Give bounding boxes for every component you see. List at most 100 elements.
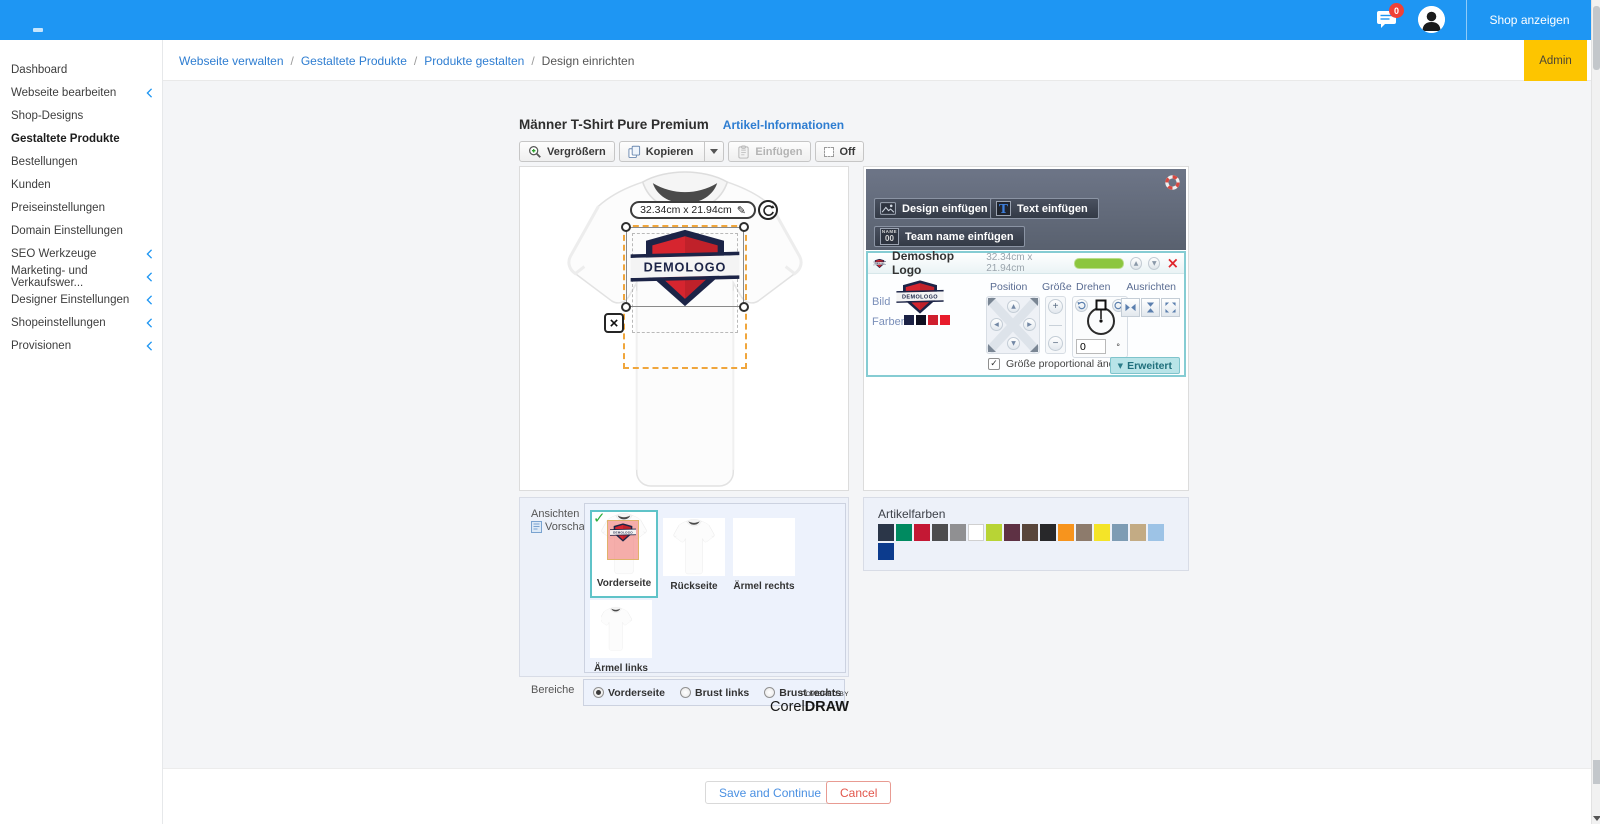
copy-button[interactable]: Kopieren (619, 141, 725, 162)
layer-move-down-button[interactable]: ▼ (1148, 257, 1160, 270)
demologo-design[interactable] (628, 229, 742, 307)
color-swatch[interactable] (914, 524, 930, 541)
sidebar-item-domain-einstellungen[interactable]: Domain Einstellungen (0, 219, 162, 242)
design-toolbar: Vergrößern Kopieren Einfügen (519, 141, 864, 162)
align-center-both-button[interactable] (1161, 298, 1180, 317)
view-aermel-rechts[interactable]: Ärmel rechts (733, 518, 795, 592)
nudge-up-button[interactable]: ▲ (1007, 300, 1020, 313)
view-vorderseite[interactable]: Vorderseite ✓ (590, 510, 658, 598)
align-center-horizontal-button[interactable] (1121, 298, 1140, 317)
save-and-continue-button[interactable]: Save and Continue (705, 781, 835, 804)
sidebar-item-designer-einstellungen[interactable]: Designer Einstellungen (0, 288, 162, 311)
color-swatch[interactable] (1130, 524, 1146, 541)
scrollbar-down-arrow[interactable] (1593, 816, 1600, 821)
rotate-design-button[interactable] (758, 200, 778, 220)
drehen-label: Drehen (1076, 281, 1110, 293)
proportional-checkbox[interactable]: ✓ (988, 358, 1000, 370)
color-swatch[interactable] (968, 524, 984, 541)
sidebar-item-dashboard[interactable]: Dashboard (0, 58, 162, 81)
breadcrumb-link[interactable]: Gestaltete Produkte (301, 54, 407, 68)
shop-anzeigen-link[interactable]: Shop anzeigen (1467, 0, 1592, 40)
view-rueckseite[interactable]: Rückseite (663, 518, 725, 592)
align-center-vertical-button[interactable] (1141, 298, 1160, 317)
bereich-vorderseite[interactable]: Vorderseite (593, 687, 665, 699)
nudge-left-button[interactable]: ▲ (990, 318, 1003, 331)
radio-label: Vorderseite (608, 687, 665, 699)
color-swatch[interactable] (932, 524, 948, 541)
sidebar-item-shop-designs[interactable]: Shop-Designs (0, 104, 162, 127)
user-avatar[interactable] (1418, 6, 1445, 33)
sidebar-item-kunden[interactable]: Kunden (0, 173, 162, 196)
bereiche-label: Bereiche (531, 684, 574, 696)
sidebar-item-shopeinstellungen[interactable]: Shopeinstellungen (0, 311, 162, 334)
rotation-dial[interactable] (1081, 299, 1121, 339)
off-button[interactable]: Off (815, 141, 864, 162)
design-tools-panel: Design einfügen T Text einfügen NAME00 T… (863, 166, 1189, 491)
color-swatch[interactable] (940, 315, 950, 325)
color-swatch[interactable] (986, 524, 1002, 541)
color-swatch[interactable] (878, 543, 894, 560)
insert-toolbar: Design einfügen T Text einfügen NAME00 T… (866, 169, 1186, 250)
sidebar-item-gestaltete-produkte[interactable]: Gestaltete Produkte (0, 127, 162, 150)
size-increase-button[interactable]: + (1048, 299, 1063, 314)
sidebar-item-marketing[interactable]: Marketing- und Verkaufswer... (0, 265, 162, 288)
copy-dropdown-button[interactable] (704, 141, 723, 162)
position-pad[interactable]: ▲ ▼ ▲ ▲ (986, 296, 1040, 354)
color-swatch[interactable] (904, 315, 914, 325)
breadcrumb-link[interactable]: Produkte gestalten (424, 54, 524, 68)
preview-link[interactable]: Vorschau (531, 521, 591, 533)
color-swatch[interactable] (1004, 524, 1020, 541)
sidebar-item-provisionen[interactable]: Provisionen (0, 334, 162, 357)
layer-delete-button[interactable]: × (1166, 256, 1179, 271)
align-vertical-icon (1144, 301, 1157, 314)
sidebar-item-bestellungen[interactable]: Bestellungen (0, 150, 162, 173)
insert-text-button[interactable]: T Text einfügen (990, 198, 1099, 219)
help-button[interactable] (1165, 175, 1180, 195)
vertical-scrollbar[interactable] (1591, 0, 1600, 824)
color-swatch[interactable] (896, 524, 912, 541)
color-swatch[interactable] (1022, 524, 1038, 541)
scrollbar-thumb[interactable] (1593, 6, 1600, 70)
color-swatch[interactable] (1040, 524, 1056, 541)
breadcrumb-bar: Webseite verwalten / Gestaltete Produkte… (163, 40, 1592, 81)
rotation-input[interactable] (1076, 339, 1106, 354)
delete-design-button[interactable]: × (604, 313, 624, 333)
design-canvas[interactable]: 32.34cm x 21.94cm ✎ × (519, 166, 849, 491)
cancel-button[interactable]: Cancel (826, 781, 891, 804)
insert-team-name-button[interactable]: NAME00 Team name einfügen (874, 226, 1025, 247)
nudge-right-button[interactable]: ▲ (1023, 318, 1036, 331)
insert-design-button[interactable]: Design einfügen (874, 198, 999, 219)
design-size-pill[interactable]: 32.34cm x 21.94cm ✎ (630, 201, 756, 219)
sidebar-item-seo-werkzeuge[interactable]: SEO Werkzeuge (0, 242, 162, 265)
color-swatch[interactable] (1112, 524, 1128, 541)
sidebar-item-webseite-bearbeiten[interactable]: Webseite bearbeiten (0, 81, 162, 104)
breadcrumb-link[interactable]: Webseite verwalten (179, 54, 284, 68)
nudge-down-button[interactable]: ▼ (1007, 337, 1020, 350)
erweitert-button[interactable]: ▼ Erweitert (1110, 357, 1180, 374)
design-color-chips (904, 315, 950, 325)
color-swatch[interactable] (1076, 524, 1092, 541)
color-swatch[interactable] (1148, 524, 1164, 541)
color-swatch[interactable] (916, 315, 926, 325)
color-swatch[interactable] (928, 315, 938, 325)
layer-move-up-button[interactable]: ▲ (1130, 257, 1142, 270)
sidebar-item-label: SEO Werkzeuge (11, 248, 96, 260)
color-swatch[interactable] (878, 524, 894, 541)
scrollbar-thumb[interactable] (1593, 760, 1600, 784)
color-swatch[interactable] (1058, 524, 1074, 541)
admin-tab[interactable]: Admin (1524, 40, 1587, 81)
image-icon (880, 202, 896, 215)
view-aermel-links[interactable]: Ärmel links (590, 600, 652, 674)
artikel-informationen-link[interactable]: Artikel-Informationen (723, 118, 844, 132)
pencil-icon: ✎ (737, 204, 746, 217)
size-decrease-button[interactable]: − (1048, 336, 1063, 351)
sidebar-item-preiseinstellungen[interactable]: Preiseinstellungen (0, 196, 162, 219)
close-icon: × (610, 316, 619, 331)
paste-button[interactable]: Einfügen (728, 141, 811, 162)
color-swatch[interactable] (950, 524, 966, 541)
zoom-button[interactable]: Vergrößern (519, 141, 615, 162)
arrow-right-icon: ▲ (1026, 322, 1033, 327)
color-swatch[interactable] (1094, 524, 1110, 541)
layer-image-thumbnail[interactable] (896, 280, 944, 314)
layer-header[interactable]: Demoshop Logo 32.34cm x 21.94cm ▲ ▼ × (868, 253, 1184, 274)
